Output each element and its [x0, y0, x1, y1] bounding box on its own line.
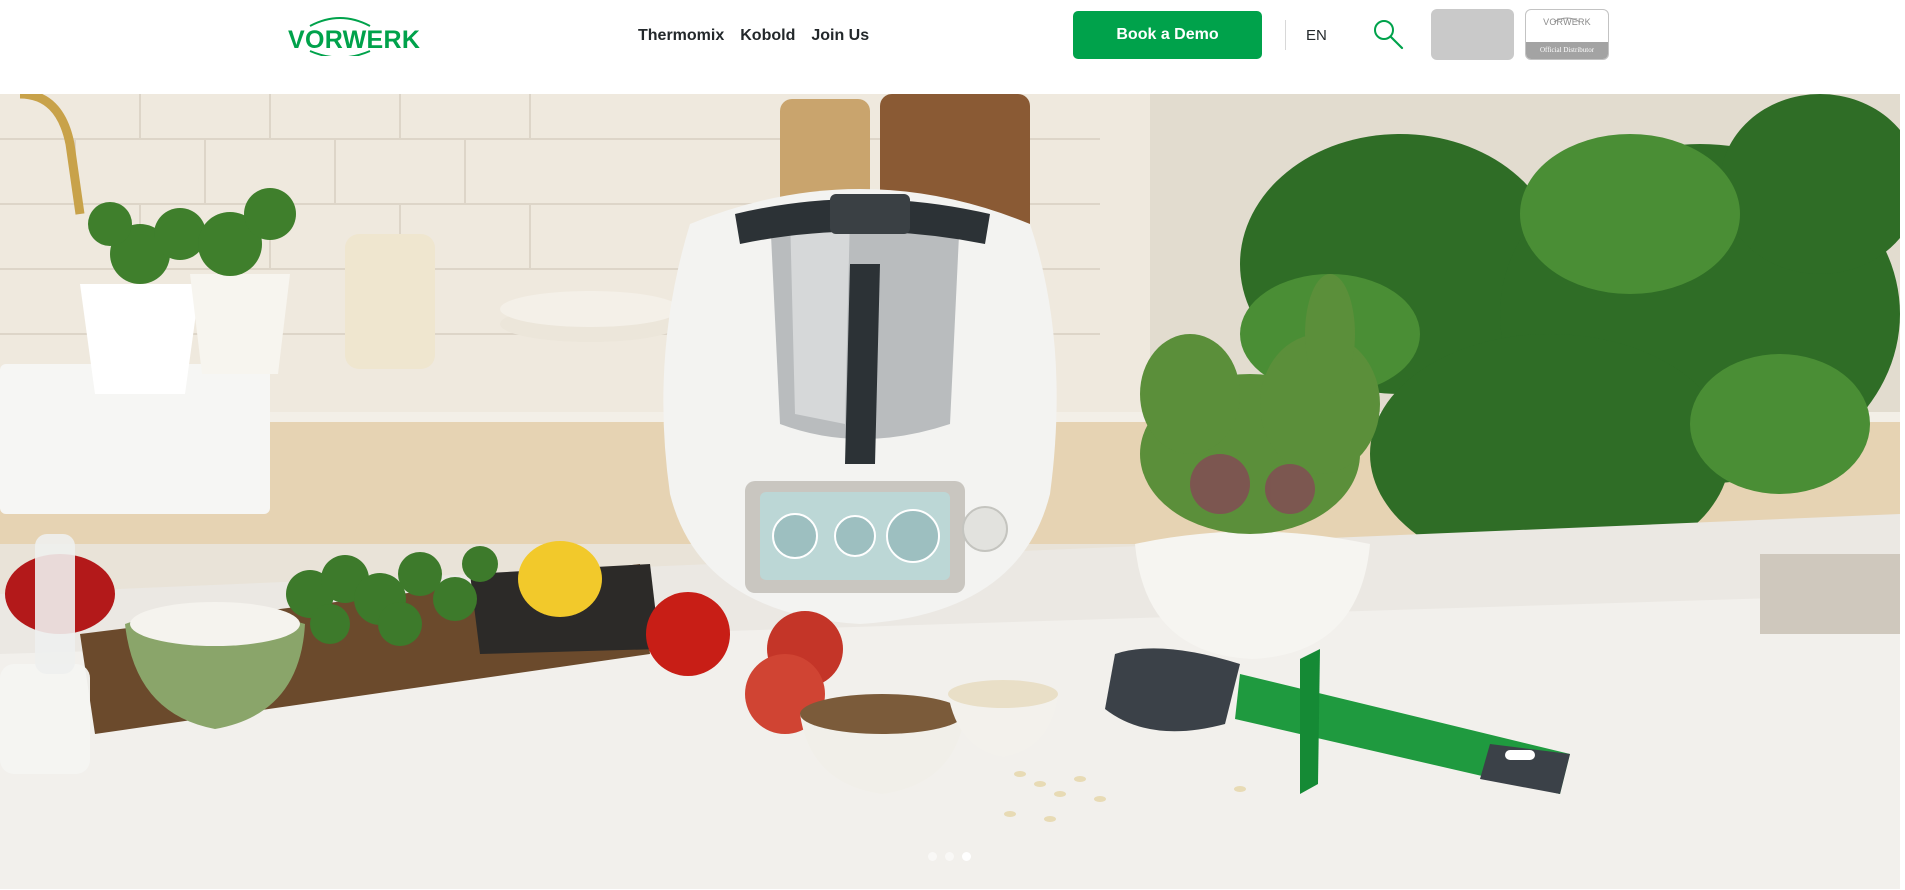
vorwerk-logo[interactable]: VORWERK — [288, 14, 421, 56]
scrollbar-gutter — [1900, 0, 1905, 890]
logo-text: VORWERK — [288, 26, 421, 54]
hero-image — [0, 94, 1900, 889]
book-demo-button[interactable]: Book a Demo — [1073, 11, 1262, 59]
nav-item-kobold[interactable]: Kobold — [740, 25, 795, 47]
carousel-dot-2[interactable] — [945, 852, 954, 861]
header-divider — [1285, 20, 1286, 50]
carousel-indicators — [928, 852, 971, 861]
carousel-dot-3[interactable] — [962, 852, 971, 861]
account-placeholder[interactable] — [1431, 9, 1514, 60]
hero-banner — [0, 94, 1900, 889]
page: VORWERK Thermomix Kobold Join Us Book a … — [0, 0, 1905, 890]
nav-item-thermomix[interactable]: Thermomix — [638, 25, 724, 47]
nav-item-join-us[interactable]: Join Us — [811, 25, 869, 47]
main-nav: Thermomix Kobold Join Us — [638, 25, 869, 47]
badge-caption: Official Distributor — [1526, 42, 1608, 59]
badge-logo-text: VORWERK — [1543, 17, 1591, 27]
search-icon[interactable] — [1372, 18, 1406, 52]
official-distributor-badge: VORWERK Official Distributor — [1525, 9, 1609, 60]
language-selector[interactable]: EN — [1306, 27, 1327, 44]
carousel-dot-1[interactable] — [928, 852, 937, 861]
site-header: VORWERK Thermomix Kobold Join Us Book a … — [0, 0, 1905, 94]
